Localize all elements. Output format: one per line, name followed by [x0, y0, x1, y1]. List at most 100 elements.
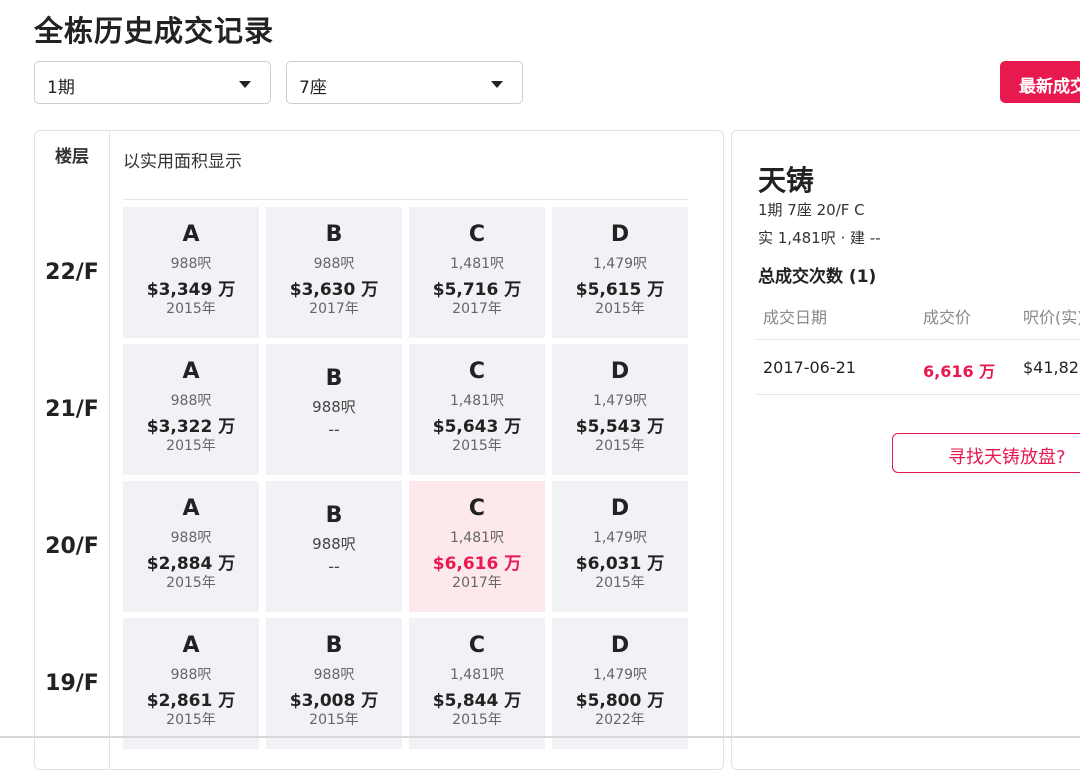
unit-area: 988呎 — [313, 667, 355, 683]
unit-area: 1,481呎 — [449, 530, 505, 546]
area-mode-label[interactable]: 以实用面积显示 — [123, 147, 242, 172]
transaction-psf: $41,822 — [1023, 358, 1080, 377]
unit-year: 2015年 — [595, 575, 645, 591]
phase-select[interactable]: 1期 — [34, 61, 271, 104]
column-header-price: 成交价 — [923, 308, 972, 327]
unit-name: D — [610, 633, 630, 658]
column-header-date: 成交日期 — [763, 308, 828, 327]
unit-name: D — [610, 222, 630, 247]
floor-label: 21/F — [45, 397, 99, 422]
unit-year: 2022年 — [595, 712, 645, 728]
unit-area-info: 实 1,481呎 · 建 -- — [758, 229, 881, 247]
unit-name: C — [468, 222, 486, 247]
unit-year: 2017年 — [452, 575, 502, 591]
unit-name: A — [182, 496, 200, 521]
unit-year: 2017年 — [452, 301, 502, 317]
unit-cell[interactable]: D 1,479呎 $6,031 万 2015年 — [552, 481, 688, 612]
unit-year: 2015年 — [166, 438, 216, 454]
unit-year: 2015年 — [166, 301, 216, 317]
unit-cell[interactable]: B 988呎 $3,008 万 2015年 — [266, 618, 402, 749]
unit-name: C — [468, 359, 486, 384]
unit-cell[interactable]: A 988呎 $2,861 万 2015年 — [123, 618, 259, 749]
column-divider — [109, 131, 110, 769]
unit-price: $3,630 万 — [289, 280, 379, 300]
unit-name: A — [182, 222, 200, 247]
unit-cell[interactable]: A 988呎 $3,349 万 2015年 — [123, 207, 259, 338]
latest-transactions-button[interactable]: 最新成交 — [1000, 61, 1080, 103]
unit-year: 2015年 — [166, 712, 216, 728]
unit-name: D — [610, 359, 630, 384]
unit-cell[interactable]: D 1,479呎 $5,543 万 2015年 — [552, 344, 688, 475]
unit-name: C — [468, 633, 486, 658]
floor-label: 20/F — [45, 534, 99, 559]
unit-name: B — [325, 366, 343, 391]
unit-cell[interactable]: B 988呎 $3,630 万 2017年 — [266, 207, 402, 338]
unit-area: 1,479呎 — [592, 667, 648, 683]
caret-down-icon — [239, 81, 251, 88]
unit-name: A — [182, 359, 200, 384]
unit-name: B — [325, 633, 343, 658]
unit-cell[interactable]: C 1,481呎 $5,716 万 2017年 — [409, 207, 545, 338]
unit-cell[interactable]: B 988呎 -- — [266, 481, 402, 612]
page-title: 全栋历史成交记录 — [34, 14, 275, 48]
unit-area: 988呎 — [170, 256, 212, 272]
estate-name: 天铸 — [758, 164, 815, 197]
unit-price: $5,844 万 — [432, 691, 522, 711]
unit-name: D — [610, 496, 630, 521]
floor-column-header: 楼层 — [55, 147, 89, 167]
unit-cell[interactable]: D 1,479呎 $5,800 万 2022年 — [552, 618, 688, 749]
block-select[interactable]: 7座 — [286, 61, 523, 104]
unit-area: 1,481呎 — [449, 393, 505, 409]
unit-area: 988呎 — [312, 535, 356, 553]
unit-year: 2015年 — [452, 438, 502, 454]
unit-area: 1,481呎 — [449, 667, 505, 683]
unit-price: -- — [328, 420, 340, 439]
unit-year: 2015年 — [595, 301, 645, 317]
unit-name: B — [325, 222, 343, 247]
unit-cell[interactable]: C 1,481呎 $5,844 万 2015年 — [409, 618, 545, 749]
unit-year: 2015年 — [166, 575, 216, 591]
transaction-date: 2017-06-21 — [763, 358, 856, 377]
unit-cell[interactable]: A 988呎 $3,322 万 2015年 — [123, 344, 259, 475]
floor-label: 22/F — [45, 260, 99, 285]
unit-cell[interactable]: C 1,481呎 $5,643 万 2015年 — [409, 344, 545, 475]
transaction-count: 总成交次数 (1) — [758, 267, 877, 287]
unit-detail-panel: 天铸 1期 7座 20/F C 实 1,481呎 · 建 -- 总成交次数 (1… — [731, 130, 1080, 770]
unit-area: 1,481呎 — [449, 256, 505, 272]
table-divider — [756, 394, 1080, 395]
unit-area: 1,479呎 — [592, 256, 648, 272]
unit-price: -- — [328, 557, 340, 576]
unit-price: $6,031 万 — [575, 554, 665, 574]
unit-price: $6,616 万 — [432, 554, 522, 574]
floor-label: 19/F — [45, 671, 99, 696]
unit-price: $5,716 万 — [432, 280, 522, 300]
unit-cell[interactable]: A 988呎 $2,884 万 2015年 — [123, 481, 259, 612]
unit-year: 2015年 — [309, 712, 359, 728]
phase-select-value: 1期 — [47, 78, 75, 98]
unit-cell[interactable]: B 988呎 -- — [266, 344, 402, 475]
unit-address: 1期 7座 20/F C — [758, 201, 865, 219]
unit-area: 988呎 — [170, 667, 212, 683]
floor-grid-panel: 楼层 以实用面积显示 22/F A 988呎 $3,349 万 2015年 B … — [34, 130, 724, 770]
unit-area: 988呎 — [170, 393, 212, 409]
unit-cell[interactable]: D 1,479呎 $5,615 万 2015年 — [552, 207, 688, 338]
unit-price: $5,800 万 — [575, 691, 665, 711]
unit-year: 2017年 — [309, 301, 359, 317]
find-listings-button[interactable]: 寻找天铸放盘? — [892, 433, 1080, 473]
transaction-price: 6,616 万 — [923, 362, 996, 381]
unit-price: $5,643 万 — [432, 417, 522, 437]
column-header-psf: 呎价(实) — [1023, 308, 1080, 327]
unit-price: $2,884 万 — [146, 554, 236, 574]
unit-price: $3,349 万 — [146, 280, 236, 300]
unit-area: 988呎 — [312, 398, 356, 416]
unit-name: B — [325, 503, 343, 528]
unit-area: 1,479呎 — [592, 393, 648, 409]
unit-area: 988呎 — [313, 256, 355, 272]
unit-year: 2015年 — [595, 438, 645, 454]
unit-name: A — [182, 633, 200, 658]
unit-year: 2015年 — [452, 712, 502, 728]
unit-area: 1,479呎 — [592, 530, 648, 546]
unit-name: C — [468, 496, 486, 521]
unit-cell-selected[interactable]: C 1,481呎 $6,616 万 2017年 — [409, 481, 545, 612]
caret-down-icon — [491, 81, 503, 88]
